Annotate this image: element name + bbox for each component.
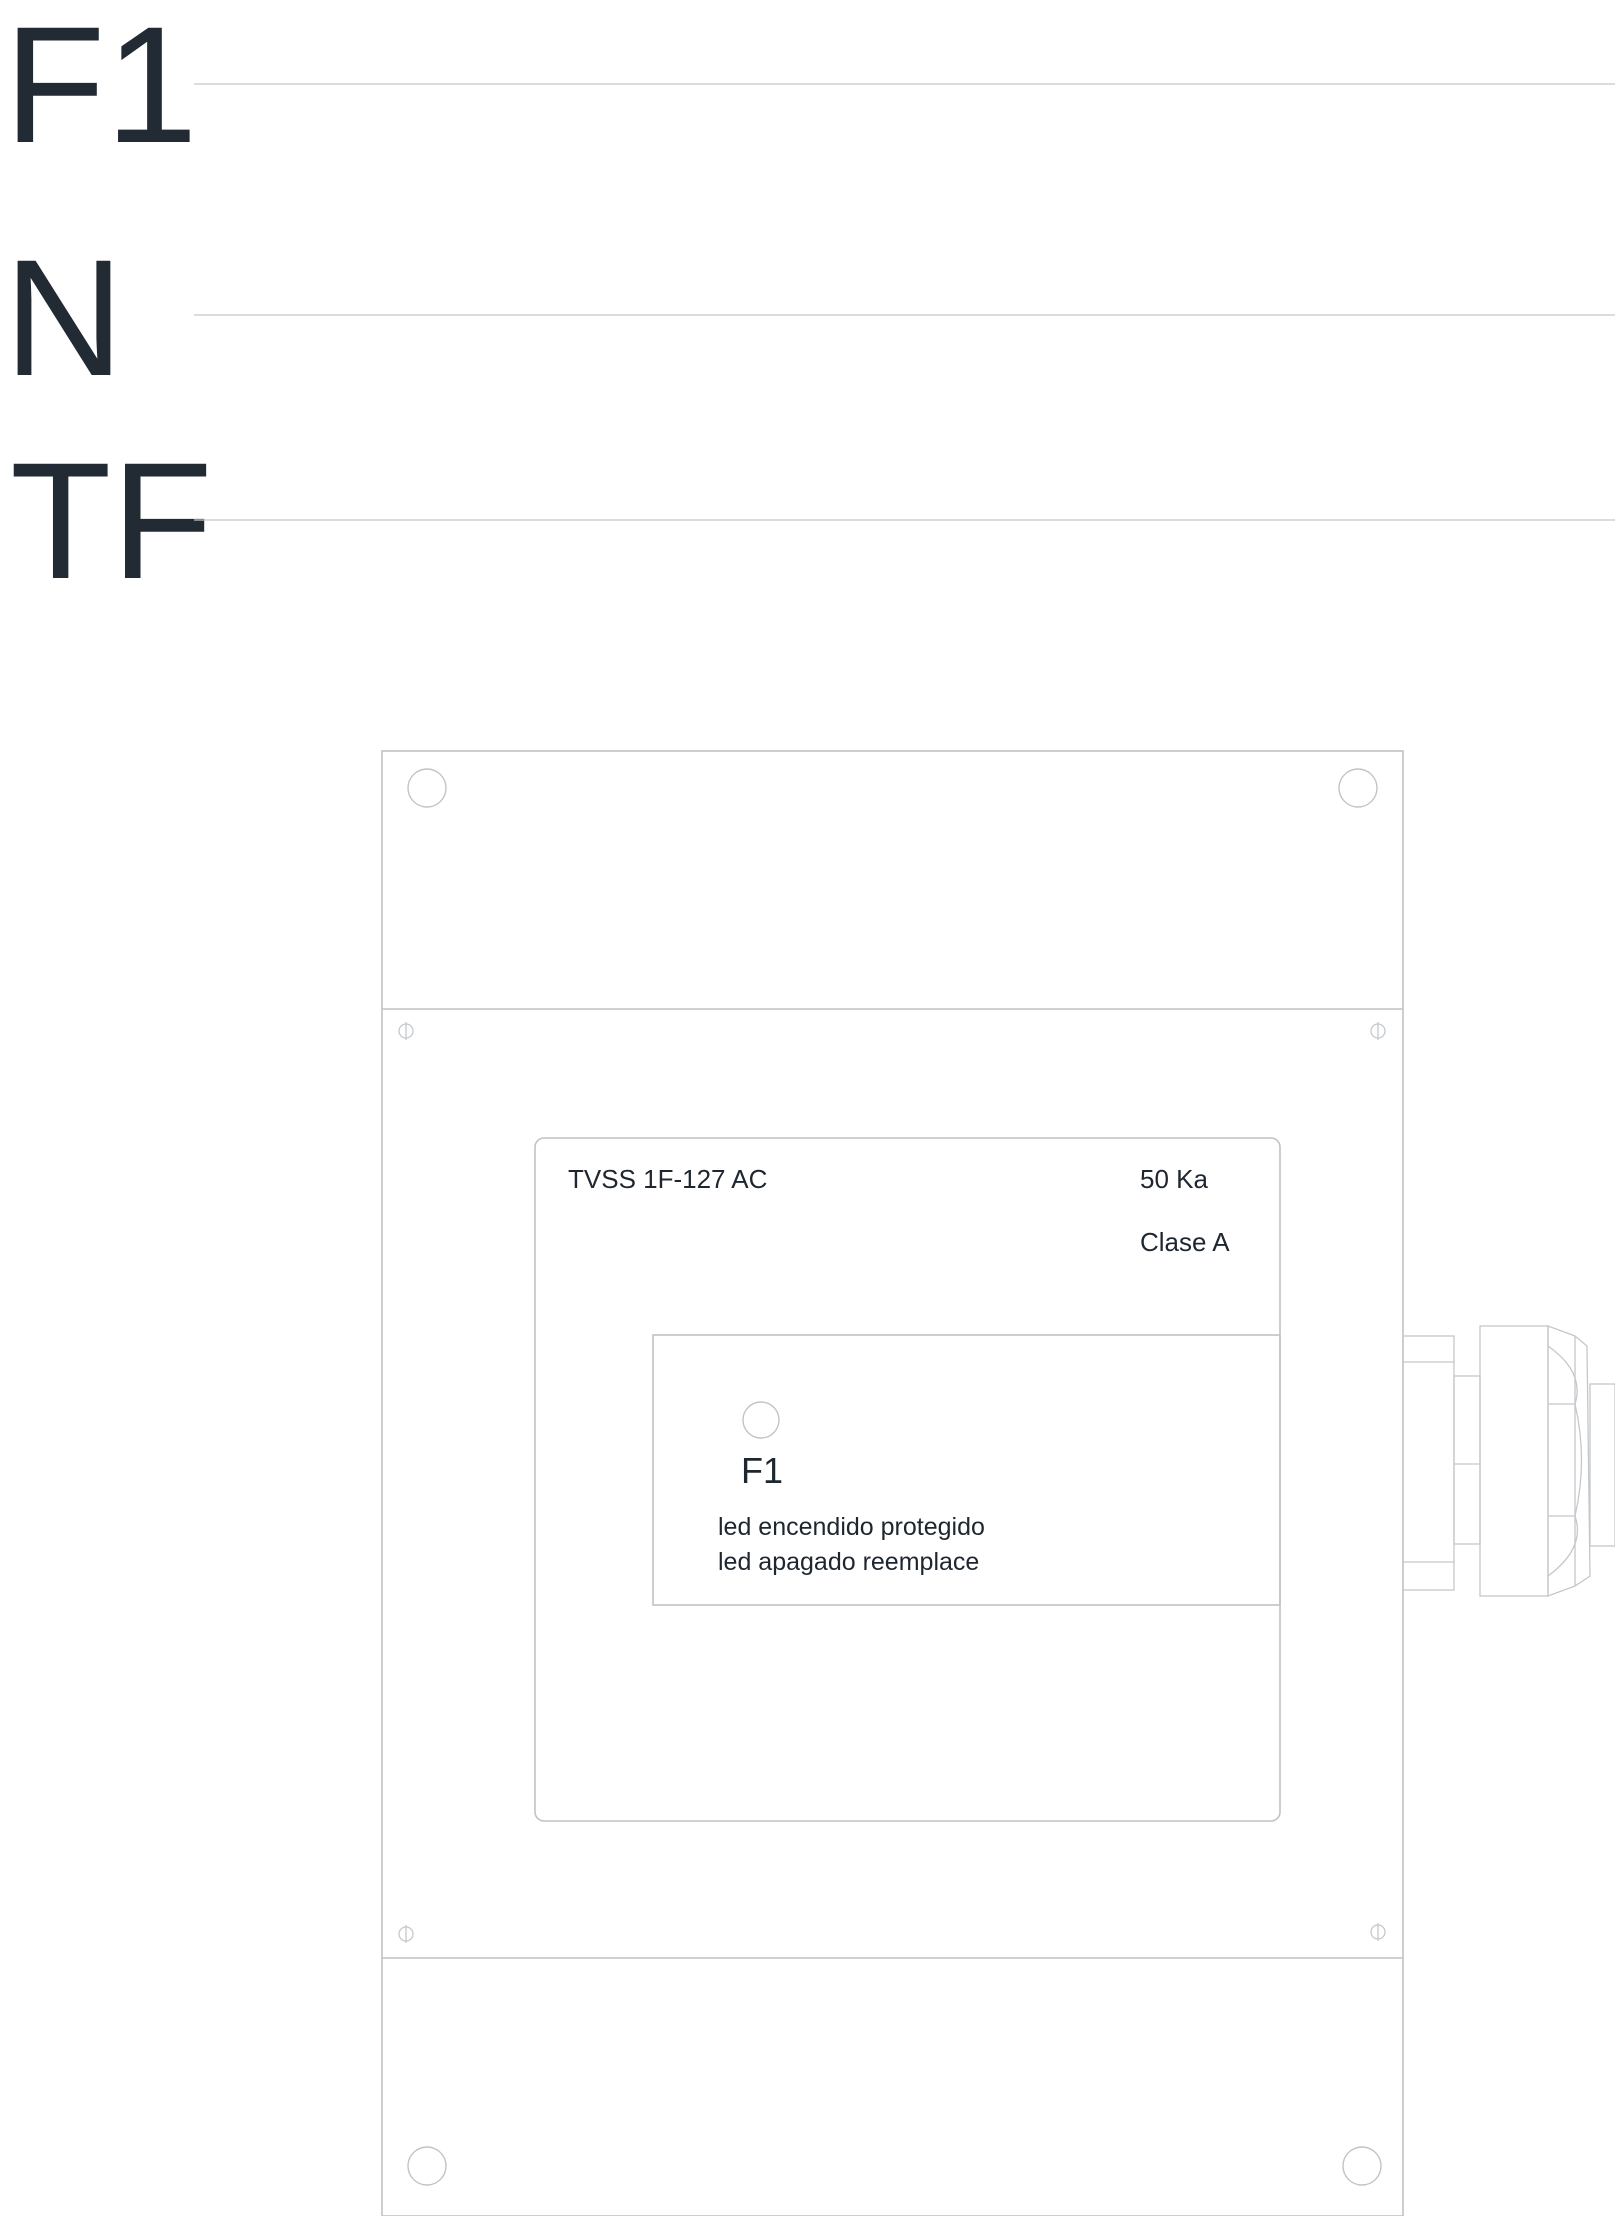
single-line-diagram: F1 N TF TVSS 1F-127 AC 50 Ka Clase A F1 … (4, 0, 1615, 2216)
gland-locknut (1453, 1375, 1481, 1545)
bus-label-f1: F1 (4, 0, 198, 178)
device-rating: 50 Ka (1140, 1164, 1208, 1194)
gland-body (1479, 1325, 1549, 1597)
cable-gland (1402, 1325, 1615, 1597)
bus-n: N (4, 226, 1615, 411)
cover-screw-top-right (1370, 1022, 1386, 1040)
gland-cable (1589, 1383, 1615, 1547)
cover-screw-bottom-left (398, 1925, 414, 1943)
gland-stub (1402, 1335, 1455, 1591)
device-class: Clase A (1140, 1227, 1230, 1257)
indicator-note-off: led apagado reemplace (718, 1548, 979, 1576)
mounting-hole-top-right (1338, 768, 1378, 808)
mounting-hole-top-left (407, 768, 447, 808)
device-model: TVSS 1F-127 AC (568, 1164, 767, 1194)
indicator-note-on: led encendido protegido (718, 1513, 985, 1541)
tvss-module: TVSS 1F-127 AC 50 Ka Clase A F1 led ence… (534, 1137, 1281, 1822)
indicator-window: F1 led encendido protegido led apagado r… (652, 1334, 1281, 1606)
bus-label-tf: TF (10, 429, 213, 614)
bus-label-n: N (4, 226, 124, 411)
status-led-icon (742, 1401, 780, 1439)
bus-f1: F1 (4, 0, 1615, 178)
mounting-hole-bottom-left (407, 2146, 447, 2186)
indicator-label: F1 (741, 1450, 783, 1491)
bus-tf: TF (10, 429, 1615, 614)
cover-screw-bottom-right (1370, 1923, 1386, 1941)
cover-screw-top-left (398, 1022, 414, 1040)
mounting-hole-bottom-right (1342, 2146, 1382, 2186)
